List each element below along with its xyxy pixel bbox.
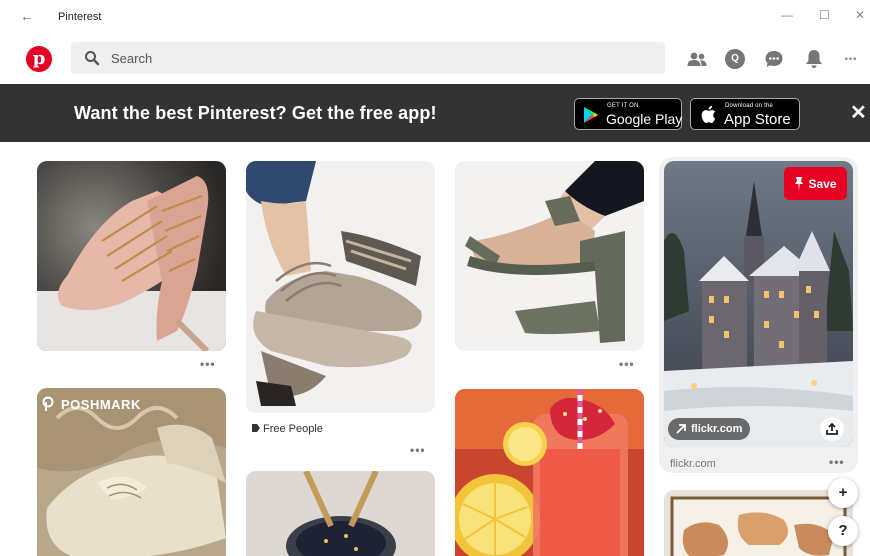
pin-image-glitter-sneakers[interactable] — [37, 388, 226, 556]
tag-icon — [252, 424, 260, 432]
source-link-chip[interactable]: flickr.com — [668, 418, 751, 440]
pin-options-icon[interactable]: ••• — [410, 443, 426, 457]
pin-image-jewelry[interactable] — [246, 471, 435, 556]
share-icon — [826, 423, 838, 435]
arrow-up-right-icon — [676, 424, 686, 434]
pin-feed: ••• POSHMARK Free People ••• ••• Save fl… — [0, 0, 870, 556]
poshmark-label: POSHMARK — [61, 396, 141, 412]
pin-options-icon[interactable]: ••• — [619, 357, 635, 371]
help-button[interactable]: ? — [828, 516, 858, 546]
poshmark-logo: POSHMARK — [42, 396, 141, 412]
source-link-label: flickr.com — [691, 423, 743, 435]
pin-image-block-heels[interactable] — [455, 161, 644, 351]
pin-options-icon[interactable]: ••• — [829, 455, 845, 469]
pin-options-icon[interactable]: ••• — [200, 357, 216, 371]
pin-caption-free-people[interactable]: Free People — [252, 423, 323, 435]
pin-source-label: flickr.com — [670, 458, 716, 470]
save-button[interactable]: Save — [784, 167, 847, 200]
pin-image-world-map[interactable] — [664, 490, 853, 556]
free-people-label: Free People — [263, 423, 323, 435]
pin-image-lemonade[interactable] — [455, 389, 644, 556]
pin-image-lace-up-flats[interactable] — [246, 161, 435, 413]
poshmark-icon — [42, 396, 54, 411]
pin-image-pink-boots[interactable] — [37, 161, 226, 351]
share-button[interactable] — [820, 417, 844, 441]
save-label: Save — [808, 176, 837, 191]
pin-image-winter-castle[interactable] — [664, 161, 853, 447]
pinterest-window: ← Pinterest — ☐ ✕ p Q — [0, 0, 870, 556]
pin-icon — [795, 176, 804, 191]
add-button[interactable]: + — [828, 478, 858, 508]
